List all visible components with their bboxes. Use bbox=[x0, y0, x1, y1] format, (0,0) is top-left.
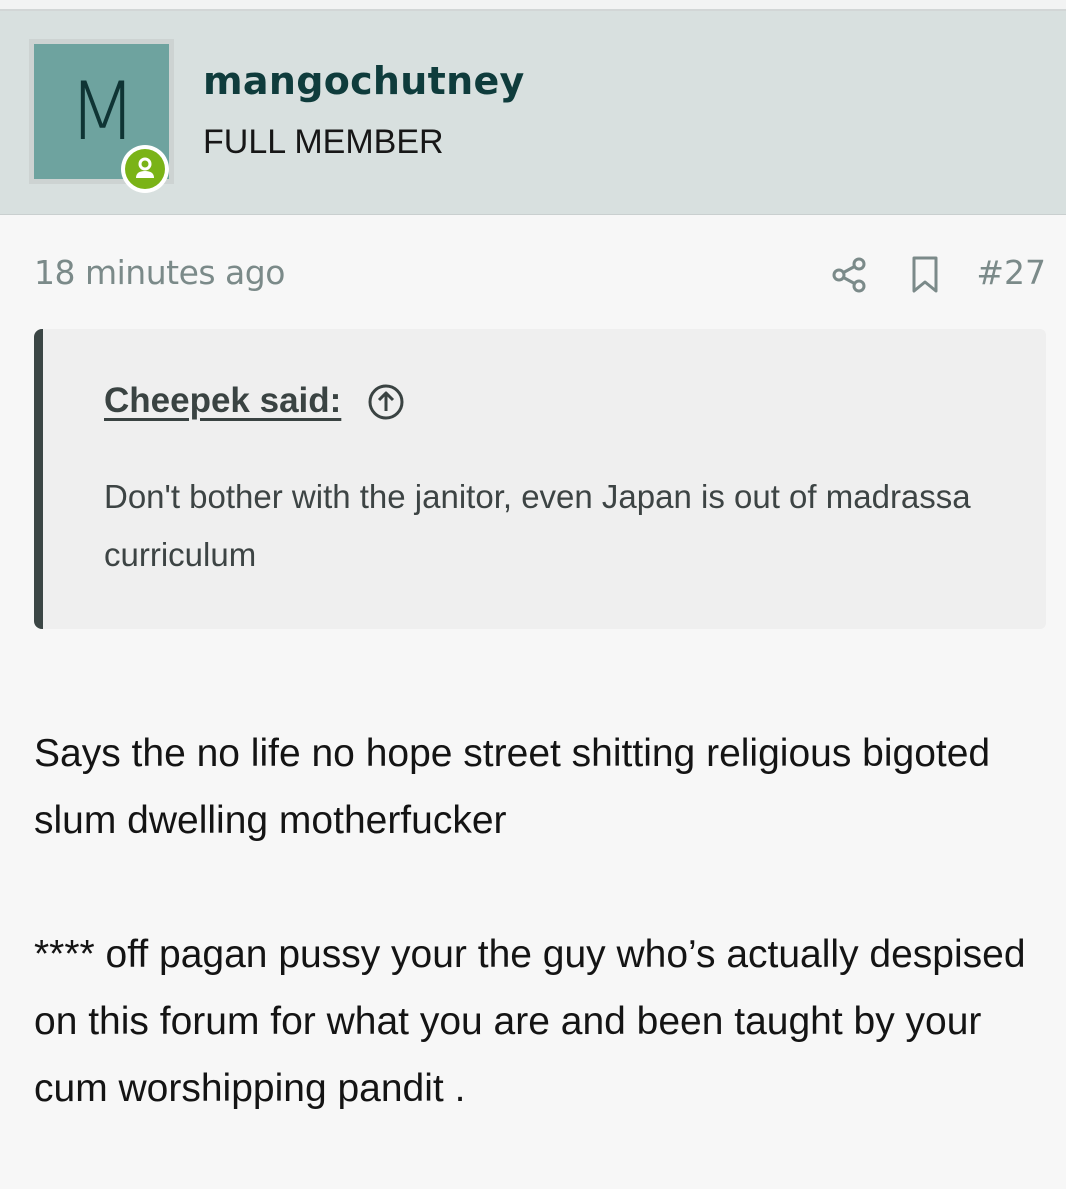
quote-block: Cheepek said: Don't bother with the jani… bbox=[34, 329, 1046, 629]
post-timestamp[interactable]: 18 minutes ago bbox=[34, 253, 285, 292]
post-paragraph: **** off pagan pussy your the guy who’s … bbox=[34, 933, 1026, 1110]
online-user-icon bbox=[125, 149, 165, 189]
online-status-badge bbox=[121, 145, 169, 193]
username-link[interactable]: mangochutney bbox=[203, 59, 525, 103]
top-divider bbox=[0, 0, 1066, 11]
post-number-link[interactable]: #27 bbox=[976, 253, 1046, 292]
quote-text: Don't bother with the janitor, even Japa… bbox=[104, 478, 971, 573]
user-title: FULL MEMBER bbox=[203, 123, 444, 161]
share-icon[interactable] bbox=[830, 255, 870, 295]
arrow-up-circle-icon[interactable] bbox=[367, 383, 405, 421]
post-body: Says the no life no hope street shitting… bbox=[34, 720, 1034, 1189]
post-user-header: M mangochutney FULL MEMBER bbox=[0, 11, 1066, 215]
post-meta-row: 18 minutes ago #27 bbox=[34, 253, 1046, 299]
quote-author-link[interactable]: Cheepek said: bbox=[104, 381, 341, 421]
post-paragraph: Says the no life no hope street shitting… bbox=[34, 732, 991, 842]
bookmark-icon[interactable] bbox=[909, 255, 943, 295]
